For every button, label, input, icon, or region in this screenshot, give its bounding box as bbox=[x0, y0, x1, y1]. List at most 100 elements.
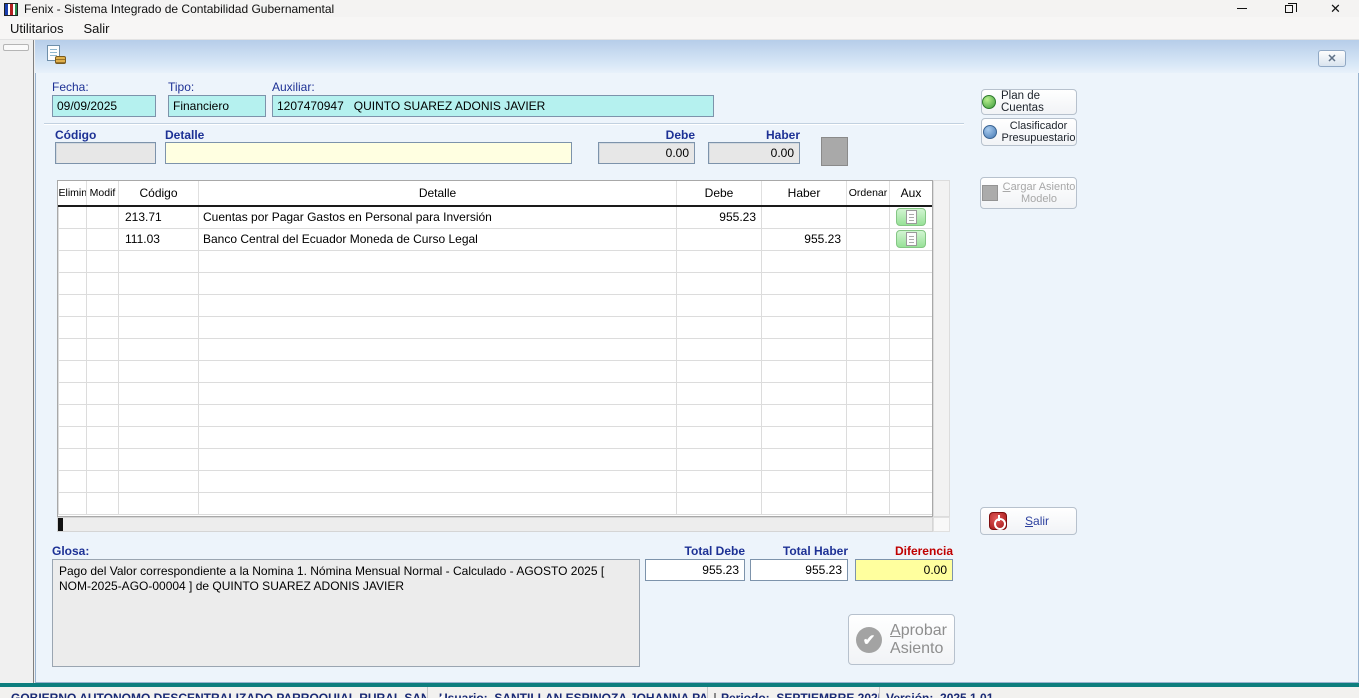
cell-modif bbox=[87, 338, 119, 360]
aprobar-asiento-button[interactable]: ✔ Aprobar Asiento bbox=[848, 614, 955, 665]
grid-row-empty bbox=[59, 448, 933, 470]
close-button[interactable]: ✕ bbox=[1312, 0, 1359, 17]
cell-modif bbox=[87, 250, 119, 272]
status-entity: GOBIERNO AUTONOMO DESCENTRALIZADO PARROQ… bbox=[0, 687, 428, 698]
cell-modif bbox=[87, 228, 119, 250]
col-codigo: Código bbox=[119, 181, 199, 206]
cell-elimin bbox=[59, 272, 87, 294]
cell-debe bbox=[677, 470, 762, 492]
grid-vertical-scrollbar[interactable] bbox=[933, 180, 950, 517]
restore-button[interactable] bbox=[1265, 0, 1312, 17]
cell-codigo: 213.71 bbox=[119, 206, 199, 228]
detalle-input[interactable] bbox=[165, 142, 572, 164]
window-title: Fenix - Sistema Integrado de Contabilida… bbox=[24, 1, 334, 16]
cell-debe bbox=[677, 382, 762, 404]
auxiliar-label: Auxiliar: bbox=[272, 80, 315, 94]
cell-aux bbox=[890, 250, 933, 272]
salir-label: Salir bbox=[1025, 514, 1049, 528]
plan-de-cuentas-label: Plan de Cuentas bbox=[1001, 90, 1076, 114]
aux-detail-button[interactable] bbox=[896, 230, 926, 248]
entries-grid: Elimin Modif Código Detalle Debe Haber O… bbox=[57, 180, 933, 517]
diferencia-label: Diferencia bbox=[855, 544, 953, 558]
cell-debe bbox=[677, 316, 762, 338]
hscroll-thumb[interactable] bbox=[58, 518, 63, 531]
col-modif: Modif bbox=[87, 181, 119, 206]
cell-codigo bbox=[119, 404, 199, 426]
glosa-textarea[interactable]: Pago del Valor correspondiente a la Nomi… bbox=[52, 559, 640, 667]
cell-ordenar bbox=[847, 206, 890, 228]
cell-ordenar bbox=[847, 316, 890, 338]
tipo-label: Tipo: bbox=[168, 80, 194, 94]
haber-label: Haber bbox=[708, 128, 800, 142]
cell-elimin bbox=[59, 294, 87, 316]
cell-debe bbox=[677, 294, 762, 316]
cell-modif bbox=[87, 382, 119, 404]
cell-codigo bbox=[119, 250, 199, 272]
cargar-asiento-label: Cargar Asiento Modelo bbox=[1003, 181, 1076, 205]
grid-header-row: Elimin Modif Código Detalle Debe Haber O… bbox=[59, 181, 933, 206]
fecha-input[interactable]: 09/09/2025 bbox=[52, 95, 156, 117]
grid-row-empty bbox=[59, 426, 933, 448]
cell-haber bbox=[762, 492, 847, 514]
grid-row[interactable]: 213.71Cuentas por Pagar Gastos en Person… bbox=[59, 206, 933, 228]
cell-ordenar bbox=[847, 426, 890, 448]
auxiliar-input[interactable]: 1207470947 QUINTO SUAREZ ADONIS JAVIER bbox=[272, 95, 714, 117]
clasificador-presupuestario-button[interactable]: Clasificador Presupuestario bbox=[981, 118, 1077, 146]
cell-modif bbox=[87, 360, 119, 382]
cell-haber bbox=[762, 448, 847, 470]
total-haber-label: Total Haber bbox=[750, 544, 848, 558]
cell-detalle bbox=[199, 448, 677, 470]
cell-ordenar bbox=[847, 294, 890, 316]
cell-elimin bbox=[59, 492, 87, 514]
col-ordenar: Ordenar bbox=[847, 181, 890, 206]
salir-button[interactable]: Salir bbox=[980, 507, 1077, 535]
cell-modif bbox=[87, 206, 119, 228]
haber-input[interactable]: 0.00 bbox=[708, 142, 800, 164]
child-close-button[interactable]: ✕ bbox=[1318, 50, 1346, 67]
plan-de-cuentas-button[interactable]: Plan de Cuentas bbox=[981, 89, 1077, 115]
panel-grip-button[interactable] bbox=[3, 44, 29, 51]
cell-ordenar bbox=[847, 272, 890, 294]
cell-detalle bbox=[199, 470, 677, 492]
cell-ordenar bbox=[847, 470, 890, 492]
cell-haber: 955.23 bbox=[762, 228, 847, 250]
debe-input[interactable]: 0.00 bbox=[598, 142, 695, 164]
cell-haber bbox=[762, 338, 847, 360]
cell-detalle bbox=[199, 272, 677, 294]
cell-elimin bbox=[59, 426, 87, 448]
grid-row[interactable]: 111.03Banco Central del Ecuador Moneda d… bbox=[59, 228, 933, 250]
cell-debe bbox=[677, 360, 762, 382]
power-icon bbox=[989, 512, 1007, 530]
tipo-input[interactable]: Financiero bbox=[168, 95, 266, 117]
document-coins-icon bbox=[47, 45, 67, 65]
menu-salir[interactable]: Salir bbox=[73, 19, 119, 38]
aux-detail-button[interactable] bbox=[896, 208, 926, 226]
col-haber: Haber bbox=[762, 181, 847, 206]
cell-ordenar bbox=[847, 448, 890, 470]
menubar: Utilitarios Salir bbox=[0, 17, 1359, 40]
cell-detalle bbox=[199, 404, 677, 426]
statusbar: GOBIERNO AUTONOMO DESCENTRALIZADO PARROQ… bbox=[0, 687, 1359, 698]
grid-row-empty bbox=[59, 294, 933, 316]
cell-ordenar bbox=[847, 492, 890, 514]
cell-aux bbox=[890, 360, 933, 382]
restore-icon bbox=[1285, 5, 1293, 13]
document-icon bbox=[906, 210, 917, 224]
cell-codigo bbox=[119, 492, 199, 514]
cell-aux bbox=[890, 404, 933, 426]
clasificador-label: Clasificador Presupuestario bbox=[1002, 120, 1076, 144]
codigo-input[interactable] bbox=[55, 142, 156, 164]
cargar-asiento-modelo-button[interactable]: Cargar Asiento Modelo bbox=[980, 177, 1077, 209]
cell-haber bbox=[762, 206, 847, 228]
menu-utilitarios[interactable]: Utilitarios bbox=[0, 19, 73, 38]
cell-debe: 955.23 bbox=[677, 206, 762, 228]
cell-aux bbox=[890, 338, 933, 360]
cell-aux bbox=[890, 448, 933, 470]
cell-detalle bbox=[199, 294, 677, 316]
cell-ordenar bbox=[847, 404, 890, 426]
cell-elimin bbox=[59, 316, 87, 338]
cell-codigo bbox=[119, 448, 199, 470]
add-entry-button[interactable] bbox=[821, 137, 848, 166]
grid-horizontal-scrollbar[interactable] bbox=[57, 517, 933, 532]
minimize-button[interactable] bbox=[1218, 0, 1265, 17]
